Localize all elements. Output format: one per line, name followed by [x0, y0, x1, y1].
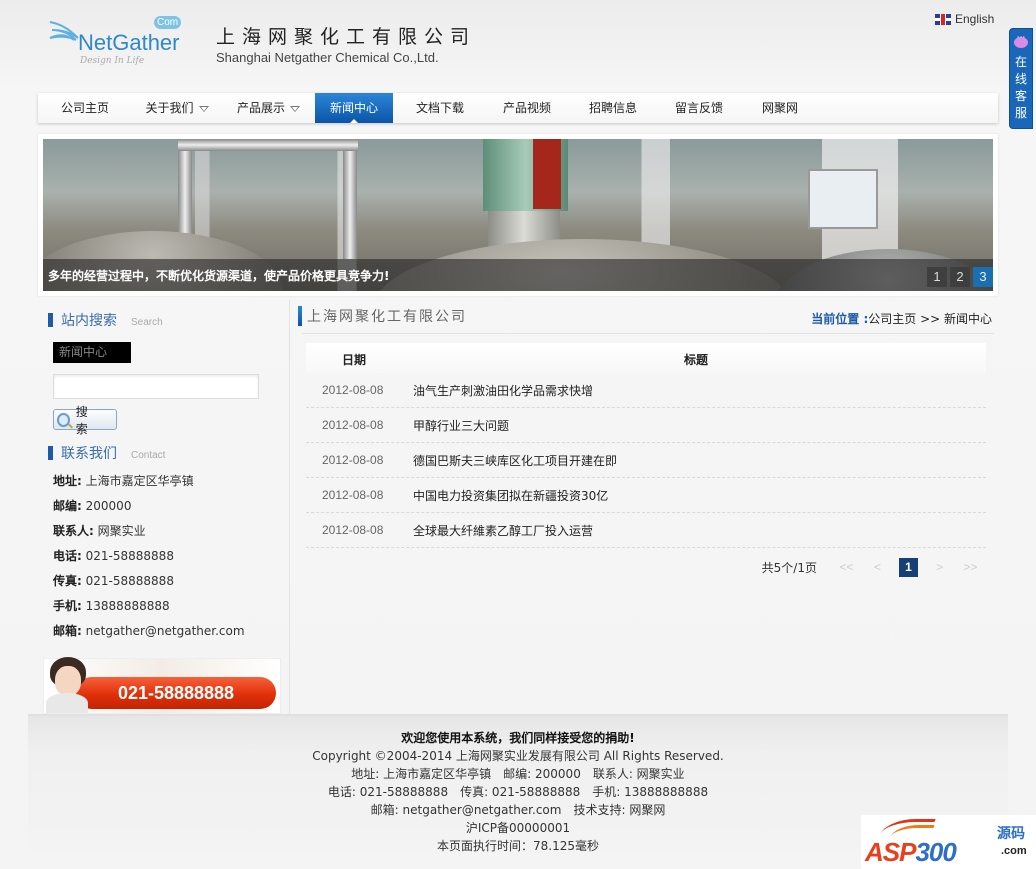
footer-phone-line: 电话: 021-58888888 传真: 021-58888888 手机: 1388…: [327, 785, 709, 799]
last-page-button[interactable]: >>: [961, 558, 980, 577]
footer-welcome: 欢迎您使用本系统，我们同样接受您的捐助!: [401, 731, 635, 745]
company-name-cn: 上海网聚化工有限公司: [216, 26, 477, 48]
wing-icon: [49, 21, 79, 41]
language-switch[interactable]: English: [935, 12, 994, 26]
language-label[interactable]: English: [955, 12, 994, 26]
nav-news[interactable]: 新闻中心: [315, 93, 393, 123]
search-input[interactable]: [53, 374, 259, 399]
contact-person: 联系人: 网聚实业: [53, 524, 146, 538]
search-section-title: 站内搜索 Search: [48, 310, 163, 330]
avatar-body: [46, 693, 88, 713]
banner-column: [533, 139, 561, 209]
pagination: 共5个/1页 << < 1 > >>: [762, 558, 986, 577]
logo-tagline: Design In Life: [80, 56, 145, 66]
logo-brand: NetGather: [78, 30, 180, 55]
banner-slider: 多年的经营过程中，不断优化货源渠道，使产品价格更具竞争力! 1 2 3: [38, 134, 998, 296]
nav-products[interactable]: 产品展示: [222, 93, 315, 123]
search-button[interactable]: 搜 索: [53, 405, 117, 436]
nav-netgather[interactable]: 网聚网: [739, 93, 821, 123]
contact-list: 地址: 上海市嘉定区华亭镇 邮编: 200000 联系人: 网聚实业 电话: 0…: [53, 472, 245, 647]
column-title: 标题: [684, 353, 709, 367]
hotline-number: 021-58888888: [76, 677, 276, 709]
title-marker: [298, 306, 302, 326]
banner-caption: 多年的经营过程中，不断优化货源渠道，使产品价格更具竞争力!: [48, 269, 390, 283]
footer-copyright: Copyright ©2004-2014 上海网聚实业发展有限公司 All Ri…: [312, 749, 724, 763]
news-link[interactable]: 德国巴斯夫三峡库区化工项目开建在即: [413, 452, 617, 469]
news-link[interactable]: 中国电力投资集团拟在新疆投资30亿: [413, 487, 608, 504]
first-page-button[interactable]: <<: [837, 558, 856, 577]
page-title: 上海网聚化工有限公司: [298, 306, 467, 326]
nav-home[interactable]: 公司主页: [38, 93, 132, 123]
contact-fax: 传真: 021-58888888: [53, 574, 174, 588]
sidebar: 站内搜索 Search 新闻中心 搜 索 联系我们 Contact 地址: 上海…: [38, 300, 290, 714]
table-row: 2012-08-08 中国电力投资集团拟在新疆投资30亿: [306, 478, 986, 513]
nav-downloads[interactable]: 文档下载: [393, 93, 487, 123]
page-info: 共5个/1页: [761, 561, 817, 575]
hotline-banner: 021-58888888: [43, 657, 281, 714]
chevron-down-icon: [290, 105, 300, 112]
news-list: 2012-08-08 油气生产刺激油田化学品需求快增 2012-08-08 甲醇行业…: [306, 373, 986, 548]
next-page-button[interactable]: >: [930, 558, 949, 577]
news-table-header: 日期 标题: [306, 343, 986, 373]
tech-support-link[interactable]: 技术支持: 网聚网: [573, 803, 665, 817]
contact-section-title: 联系我们 Contact: [48, 443, 165, 463]
banner-pipe: [178, 139, 358, 151]
search-icon: [57, 412, 70, 427]
online-service-tab[interactable]: 在线客服: [1009, 28, 1033, 129]
online-service-label: 在线客服: [1014, 55, 1027, 120]
chevron-down-icon: [198, 105, 209, 112]
company-name-en: Shanghai Netgather Chemical Co.,Ltd.: [216, 50, 439, 65]
table-row: 2012-08-08 甲醇行业三大问题: [306, 408, 986, 443]
table-row: 2012-08-08 油气生产刺激油田化学品需求快增: [306, 373, 986, 408]
title-marker: [48, 313, 53, 327]
column-date: 日期: [342, 353, 367, 367]
slide-button[interactable]: 1: [927, 267, 947, 287]
prev-page-button[interactable]: <: [868, 558, 887, 577]
footer-address-line: 地址: 上海市嘉定区华亭镇 邮编: 200000 联系人: 网聚实业: [351, 767, 685, 781]
slide-indicators: 1 2 3: [927, 267, 993, 287]
contact-zip: 邮编: 200000: [53, 499, 132, 513]
banner-image[interactable]: 多年的经营过程中，不断优化货源渠道，使产品价格更具竞争力! 1 2 3: [43, 139, 993, 291]
watermark-cn: 源码: [997, 826, 1025, 842]
contact-phone: 电话: 021-58888888: [53, 549, 174, 563]
com-badge: Com: [154, 16, 182, 29]
asp300-watermark-logo: ASP300 源码 .com: [861, 815, 1036, 869]
site-logo[interactable]: Com NetGather Design In Life: [48, 14, 198, 70]
news-link[interactable]: 油气生产刺激油田化学品需求快增: [413, 382, 593, 399]
support-agent-avatar: [46, 657, 90, 713]
slide-button-active[interactable]: 3: [973, 267, 993, 287]
breadcrumb: 当前位置 :公司主页 >> 新闻中心: [811, 312, 992, 326]
avatar-face: [55, 666, 81, 696]
news-link[interactable]: 全球最大纤維素乙醇工厂投入运营: [413, 522, 593, 539]
nav-videos[interactable]: 产品视频: [487, 93, 567, 123]
banner-pipe: [343, 139, 357, 259]
nav-about[interactable]: 关于我们: [132, 93, 222, 123]
nav-jobs[interactable]: 招聘信息: [567, 93, 659, 123]
uk-flag-icon: [935, 13, 951, 25]
search-category-select[interactable]: 新闻中心: [53, 342, 131, 363]
divider: [302, 333, 994, 334]
table-row: 2012-08-08 德国巴斯夫三峡库区化工项目开建在即: [306, 443, 986, 478]
contact-mobile: 手机: 13888888888: [53, 599, 170, 613]
chat-bubble-icon: [1014, 33, 1028, 48]
title-marker: [48, 446, 53, 460]
banner-caption-bar: 多年的经营过程中，不断优化货源渠道，使产品价格更具竞争力! 1 2 3: [43, 259, 993, 291]
news-link[interactable]: 甲醇行业三大问题: [413, 417, 509, 434]
contact-address: 地址: 上海市嘉定区华亭镇: [53, 474, 194, 488]
nav-feedback[interactable]: 留言反馈: [659, 93, 739, 123]
main-nav: 公司主页 关于我们 产品展示 新闻中心 文档下载 产品视频 招聘信息 留言反馈 …: [38, 93, 998, 123]
page: Com NetGather Design In Life 上海网聚化工有限公司 …: [0, 0, 1036, 869]
watermark-domain: .com: [1001, 845, 1027, 857]
watermark-text: ASP300: [865, 837, 957, 867]
slide-button[interactable]: 2: [950, 267, 970, 287]
main-content: 上海网聚化工有限公司 当前位置 :公司主页 >> 新闻中心 日期 标题 2012…: [298, 300, 998, 714]
current-page[interactable]: 1: [899, 558, 918, 577]
contact-email: 邮箱: netgather@netgather.com: [53, 624, 245, 638]
table-row: 2012-08-08 全球最大纤維素乙醇工厂投入运营: [306, 513, 986, 548]
banner-window: [808, 169, 878, 229]
